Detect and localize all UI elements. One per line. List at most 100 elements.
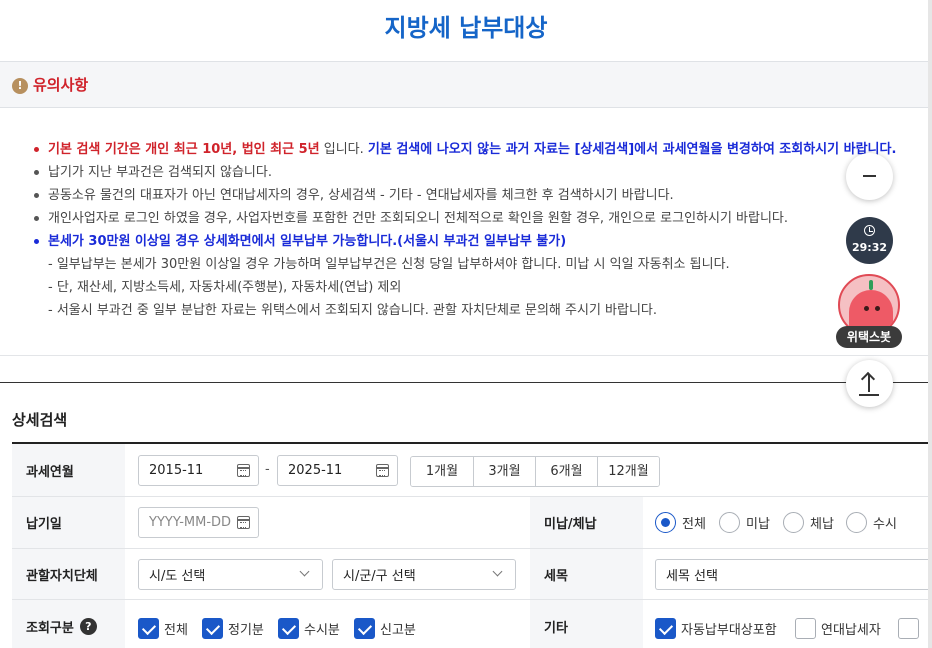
tax-item-select-value: 세목 선택 (666, 569, 718, 584)
radio-label: 전체 (682, 517, 706, 532)
notice-emphasis-red: 기본 검색 기간은 개인 최근 10년, 법인 최근 5년 (48, 142, 320, 157)
checkbox[interactable] (795, 618, 816, 639)
period-6m-button[interactable]: 6개월 (535, 457, 597, 486)
checkbox-label: 수시분 (304, 623, 340, 638)
chevron-down-icon (299, 566, 310, 577)
label-etc: 기타 (530, 600, 643, 648)
period-button-group: 1개월 3개월 6개월 12개월 (410, 456, 660, 487)
checkbox[interactable] (202, 618, 223, 639)
tax-period-from-value: 2015-11 (149, 463, 204, 478)
calendar-icon[interactable] (237, 516, 250, 529)
label-tax-period: 과세연월 (12, 444, 125, 496)
divider (0, 382, 928, 383)
checkbox-label: 정기분 (228, 623, 264, 638)
row-jurisdiction: 관할자치단체 시/도 선택 시/군/구 선택 세목 세목 선택 (12, 549, 928, 600)
check-auto-pay[interactable]: 자동납부대상포함 (655, 618, 777, 639)
help-icon[interactable]: ? (79, 617, 97, 635)
notice-item: 본세가 30만원 이상일 경우 상세화면에서 일부납부 가능합니다.(서울시 부… (30, 230, 890, 253)
tax-period-to-input[interactable]: 2025-11 (277, 455, 398, 486)
check-query-all[interactable]: 전체 (138, 618, 188, 639)
exclamation-icon: ! (12, 78, 28, 94)
sido-select[interactable]: 시/도 선택 (138, 559, 323, 590)
due-date-placeholder: YYYY-MM-DD (149, 515, 232, 530)
checkbox[interactable] (655, 618, 676, 639)
notice-list: 기본 검색 기간은 개인 최근 10년, 법인 최근 5년 입니다. 기본 검색… (30, 138, 896, 322)
session-timer: 29:32 (851, 241, 887, 254)
notice-item: 기본 검색 기간은 개인 최근 10년, 법인 최근 5년 입니다. 기본 검색… (30, 138, 896, 161)
notice-subitem: - 일부납부는 본세가 30만원 이상일 경우 가능하며 일부납부건은 신청 당… (48, 257, 730, 272)
radio-label: 미납 (746, 517, 770, 532)
page-title: 지방세 납부대상 (384, 14, 548, 42)
check-query-occasional[interactable]: 수시분 (278, 618, 340, 639)
notice-emphasis-blue: 기본 검색에 나오지 않는 과거 자료는 [상세검색]에서 과세연월을 변경하여… (367, 142, 897, 157)
divider (0, 355, 928, 356)
sigungu-select-value: 시/군/구 선택 (343, 569, 416, 584)
radio-occasional[interactable]: 수시 (846, 512, 897, 533)
section-title: 상세검색 (12, 411, 68, 429)
session-timer-button[interactable]: 29:32 (846, 217, 893, 264)
checkbox-label: 신고분 (380, 623, 416, 638)
row-query-type: 조회구분 ? 전체 정기분 수시분 신고분 기타 자동납부대상포함 연대납세자 (12, 600, 928, 648)
label-tax-item: 세목 (530, 549, 643, 599)
chevron-down-icon (492, 566, 503, 577)
notice-text: 입니다. (319, 142, 368, 157)
notice-item: 납기가 지난 부과건은 검색되지 않습니다. (30, 161, 890, 184)
label-due-date: 납기일 (12, 497, 125, 548)
row-due-date: 납기일 YYYY-MM-DD 미납/체납 전체 미납 체납 수시 (12, 497, 928, 549)
row-tax-period: 과세연월 2015-11 - 2025-11 1개월 3개월 6개월 12개월 (12, 444, 928, 497)
bot-eye (875, 306, 880, 311)
clock-icon (864, 225, 875, 236)
notice-title: 유의사항 (33, 76, 89, 94)
radio-label: 체납 (810, 517, 834, 532)
label-payment-status: 미납/체납 (530, 497, 643, 548)
tax-period-to-value: 2025-11 (288, 463, 343, 478)
radio-circle[interactable] (783, 512, 804, 533)
collapse-button[interactable] (846, 153, 893, 200)
checkbox[interactable] (278, 618, 299, 639)
calendar-icon[interactable] (237, 464, 250, 477)
check-query-declared[interactable]: 신고분 (354, 618, 416, 639)
scrollbar[interactable] (928, 0, 932, 648)
radio-circle[interactable] (719, 512, 740, 533)
notice-emphasis-blue: 본세가 30만원 이상일 경우 상세화면에서 일부납부 가능합니다.(서울시 부… (48, 234, 567, 249)
checkbox[interactable] (138, 618, 159, 639)
due-date-input[interactable]: YYYY-MM-DD (138, 507, 259, 538)
radio-all[interactable]: 전체 (655, 512, 706, 533)
radio-unpaid[interactable]: 미납 (719, 512, 770, 533)
checkbox-label: 자동납부대상포함 (681, 623, 777, 638)
minus-icon (863, 175, 876, 177)
radio-label: 수시 (873, 517, 897, 532)
checkbox[interactable] (354, 618, 375, 639)
notice-item: 공동소유 물건의 대표자가 아닌 연대납세자의 경우, 상세검색 - 기타 - … (30, 184, 890, 207)
label-jurisdiction: 관할자치단체 (12, 549, 125, 599)
radio-circle[interactable] (655, 512, 676, 533)
checkbox-label: 연대납세자 (821, 623, 881, 638)
check-etc-more[interactable] (898, 618, 919, 639)
sigungu-select[interactable]: 시/군/구 선택 (332, 559, 516, 590)
notice-subitem: - 단, 재산세, 지방소득세, 자동차세(주행분), 자동차세(연납) 제외 (48, 280, 402, 295)
range-separator: - (265, 462, 270, 477)
wetax-bot-button[interactable]: 위택스봇 (836, 274, 902, 350)
notice-subitem: - 서울시 부과건 중 일부 분납한 자료는 위택스에서 조회되지 않습니다. … (48, 303, 658, 318)
notice-item: 개인사업자로 로그인 하였을 경우, 사업자번호를 포함한 건만 조회되오니 전… (30, 207, 890, 230)
checkbox[interactable] (898, 618, 919, 639)
label-query-type: 조회구분 ? (12, 600, 125, 648)
period-3m-button[interactable]: 3개월 (473, 457, 535, 486)
calendar-icon[interactable] (376, 464, 389, 477)
radio-overdue[interactable]: 체납 (783, 512, 834, 533)
check-joint-taxpayer[interactable]: 연대납세자 (795, 618, 881, 639)
period-12m-button[interactable]: 12개월 (597, 457, 659, 486)
notice-header: ! 유의사항 (0, 61, 928, 108)
scroll-top-button[interactable] (846, 360, 893, 407)
period-1m-button[interactable]: 1개월 (411, 457, 473, 486)
arrow-up-icon (859, 374, 879, 396)
tax-period-from-input[interactable]: 2015-11 (138, 455, 259, 486)
sprout-icon (869, 280, 873, 290)
sido-select-value: 시/도 선택 (149, 569, 206, 584)
bot-eye (864, 306, 869, 311)
checkbox-label: 전체 (164, 623, 188, 638)
tax-item-select[interactable]: 세목 선택 (655, 559, 928, 590)
check-query-regular[interactable]: 정기분 (202, 618, 264, 639)
label-query-type-text: 조회구분 (26, 620, 74, 636)
radio-circle[interactable] (846, 512, 867, 533)
